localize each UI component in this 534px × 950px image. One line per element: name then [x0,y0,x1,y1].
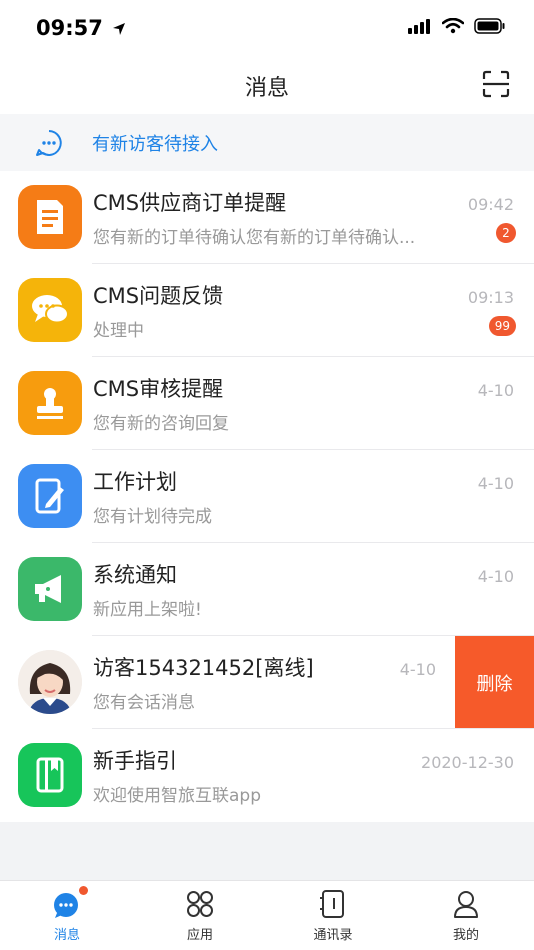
message-title: 访客154321452[离线] [93,656,314,680]
tab-profile[interactable]: 我的 [426,889,506,949]
unread-badge: 99 [488,316,516,336]
profile-icon [451,889,481,919]
message-time: 4-10 [399,660,436,679]
guide-book-icon [36,757,64,793]
message-avatar [18,185,82,249]
message-avatar [18,464,82,528]
message-item[interactable]: 新手指引 欢迎使用智旅互联app 2020-12-30 [0,729,534,822]
battery-icon [474,18,505,34]
message-avatar [18,371,82,435]
message-title: 系统通知 [93,563,177,587]
message-preview: 您有新的咨询回复 [93,414,229,434]
message-title: CMS审核提醒 [93,377,224,401]
message-avatar [18,557,82,621]
message-item[interactable]: 访客154321452[离线] 您有会话消息 4-10 删除 [0,636,534,729]
message-preview: 欢迎使用智旅互联app [93,786,261,806]
document-icon [37,200,63,234]
contacts-icon [318,889,348,919]
message-title: 新手指引 [93,749,177,773]
notebook-pen-icon [35,478,64,514]
message-item[interactable]: 系统通知 新应用上架啦! 4-10 [0,543,534,636]
stamp-icon [37,388,63,419]
bottom-tab-bar: 消息 应用 通讯录 我的 [0,880,534,950]
message-preview: 新应用上架啦! [93,600,202,620]
message-time: 4-10 [477,567,514,586]
new-visitor-banner[interactable]: 有新访客待接入 [0,114,534,171]
delete-button[interactable]: 删除 [455,636,534,729]
nav-bar: 消息 [0,56,534,114]
message-preview: 处理中 [93,321,144,341]
notification-dot [79,886,88,895]
message-preview: 您有计划待完成 [93,507,212,527]
message-time: 2020-12-30 [421,753,514,772]
tab-apps[interactable]: 应用 [160,889,240,949]
message-time: 4-10 [477,381,514,400]
visitor-avatar-icon [18,650,82,714]
message-item[interactable]: 工作计划 您有计划待完成 4-10 [0,450,534,543]
megaphone-icon [35,575,61,603]
message-icon [52,886,88,919]
tab-contacts[interactable]: 通讯录 [293,889,373,949]
message-title: 工作计划 [93,470,177,494]
message-title: CMS问题反馈 [93,284,224,308]
unread-badge: 2 [496,223,516,243]
message-time: 09:13 [467,288,514,307]
wifi-icon [442,18,464,34]
scan-icon[interactable] [482,70,510,98]
status-bar: 09:57 [0,0,534,56]
location-arrow-icon [113,23,126,35]
status-indicators [408,18,506,34]
chat-bubbles-icon [32,295,69,324]
apps-icon [185,889,215,919]
visitor-avatar [18,650,82,714]
message-item[interactable]: CMS问题反馈 处理中 09:13 99 [0,264,534,357]
message-time: 09:42 [467,195,514,214]
status-time: 09:57 [36,16,126,40]
page-title: 消息 [244,76,289,101]
tab-messages[interactable]: 消息 [27,886,107,949]
message-time: 4-10 [477,474,514,493]
message-item[interactable]: CMS审核提醒 您有新的咨询回复 4-10 [0,357,534,450]
message-list: CMS供应商订单提醒 您有新的订单待确认您有新的订单待确认... 09:42 2… [0,171,534,822]
cellular-signal-icon [408,19,430,34]
message-title: CMS供应商订单提醒 [93,191,287,215]
message-item[interactable]: CMS供应商订单提醒 您有新的订单待确认您有新的订单待确认... 09:42 2 [0,171,534,264]
chat-dots-icon [36,129,62,156]
message-avatar [18,278,82,342]
message-preview: 您有会话消息 [93,693,195,713]
message-avatar [18,743,82,807]
new-visitor-text: 有新访客待接入 [92,133,218,155]
message-preview: 您有新的订单待确认您有新的订单待确认... [93,228,416,248]
